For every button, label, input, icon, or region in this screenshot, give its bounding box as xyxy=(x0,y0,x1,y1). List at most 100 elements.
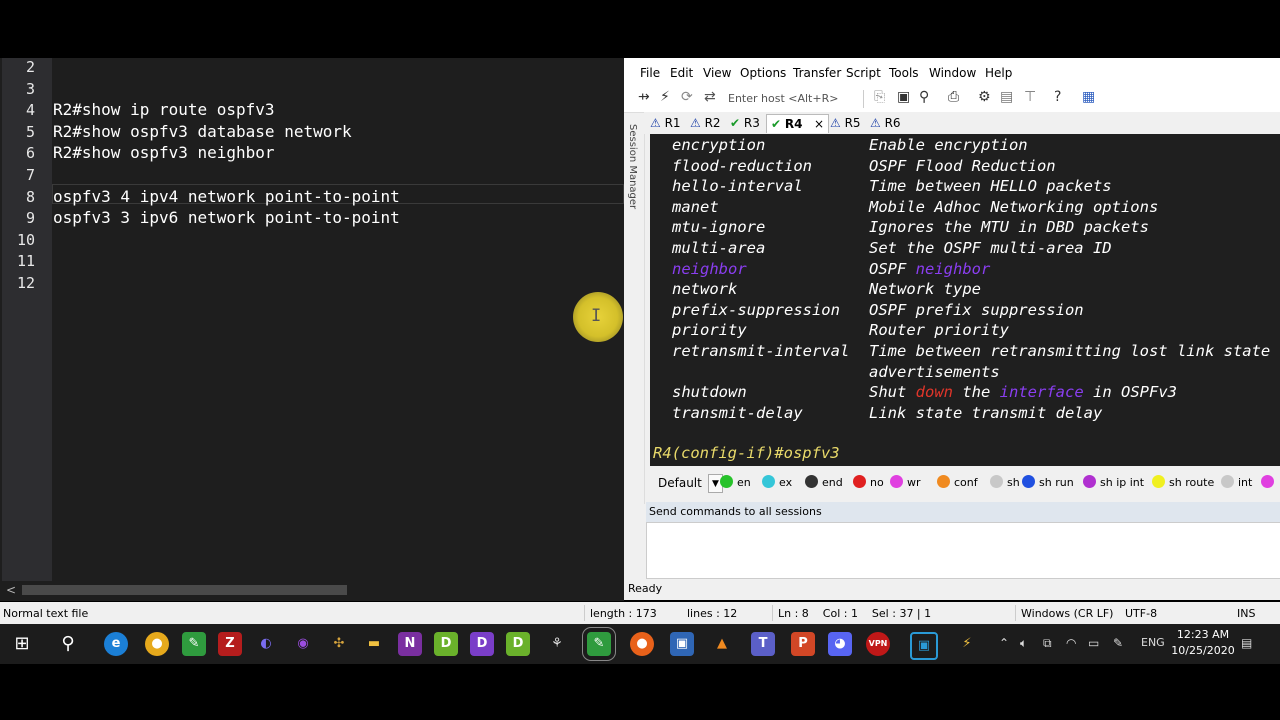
macro-button[interactable]: sh ip int xyxy=(1083,475,1144,491)
macro-button[interactable]: sh run xyxy=(1022,475,1074,491)
securecrt-icon[interactable]: ▣ xyxy=(910,632,938,660)
menu-script[interactable]: Script xyxy=(846,66,881,80)
macro-button[interactable] xyxy=(1261,475,1278,491)
discord-icon[interactable]: ◕ xyxy=(828,632,852,656)
print-icon[interactable]: ⎙ xyxy=(948,89,959,105)
macro-button[interactable]: end xyxy=(805,475,843,491)
onenote-icon[interactable]: N xyxy=(398,632,422,656)
menu-window[interactable]: Window xyxy=(929,66,976,80)
app-d-green-2-icon[interactable]: D xyxy=(506,632,530,656)
clock[interactable]: 12:23 AM 10/25/2020 xyxy=(1168,627,1238,659)
line-number: 6 xyxy=(25,144,35,163)
quick-connect-icon[interactable]: ⚡ xyxy=(660,89,670,105)
send-commands-bar: Send commands to all sessions xyxy=(646,502,1280,522)
app-icon-3[interactable]: ⚡ xyxy=(955,632,979,656)
copy-icon[interactable]: ⎘ xyxy=(874,89,885,105)
folder-icon[interactable]: ▬ xyxy=(362,632,386,656)
chrome-icon[interactable]: ● xyxy=(145,632,169,656)
help-description-part: interface xyxy=(999,383,1084,402)
reconnect-icon[interactable]: ⟳ xyxy=(681,89,693,105)
macro-button[interactable]: no xyxy=(853,475,884,491)
app-icon[interactable]: ◐ xyxy=(254,632,278,656)
app-d-green-icon[interactable]: D xyxy=(434,632,458,656)
pen-icon[interactable]: ✎ xyxy=(1113,636,1123,650)
copy-tray-icon[interactable]: ⧉ xyxy=(1043,636,1052,651)
line-number: 2 xyxy=(25,58,35,76)
screen-icon[interactable]: ▦ xyxy=(1082,89,1095,105)
app-icon-2[interactable]: ⚘ xyxy=(545,632,569,656)
host-input[interactable]: Enter host <Alt+R> xyxy=(728,90,864,108)
language-indicator[interactable]: ENG xyxy=(1141,636,1165,649)
tab-r2[interactable]: ⚠ R2 xyxy=(690,114,721,132)
encoding: UTF-8 xyxy=(1125,607,1158,620)
scrollbar-thumb[interactable] xyxy=(22,585,347,595)
disconnect-icon[interactable]: ⇄ xyxy=(704,89,716,105)
menu-edit[interactable]: Edit xyxy=(670,66,693,80)
tab-r6[interactable]: ⚠ R6 xyxy=(870,114,901,132)
help-description: Ignores the MTU in DBD packets xyxy=(869,218,1149,236)
powerpoint-icon[interactable]: P xyxy=(791,632,815,656)
menu-file[interactable]: File xyxy=(640,66,660,80)
macro-button[interactable]: ex xyxy=(762,475,792,491)
menu-transfer[interactable]: Transfer xyxy=(793,66,841,80)
gns3-icon[interactable]: ✣ xyxy=(327,632,351,656)
app-d-purple-icon[interactable]: D xyxy=(470,632,494,656)
tab-r3[interactable]: ✔ R3 xyxy=(730,114,760,132)
teams-icon[interactable]: T xyxy=(751,632,775,656)
edge-icon[interactable]: e xyxy=(104,632,128,656)
circle-icon xyxy=(1152,475,1165,488)
terminal-output[interactable]: encryption Enable encryption flood-reducti… xyxy=(650,134,1280,466)
find-icon[interactable]: ⚲ xyxy=(919,89,929,105)
editor-pane[interactable]: 2 3 4 5 6 7 8 9 10 11 12 R2#show ip route ospfv3 R2… xyxy=(0,58,624,601)
vpn-icon[interactable]: VPN xyxy=(866,632,890,656)
keymap-icon[interactable]: ▤ xyxy=(1000,89,1013,105)
search-icon[interactable]: ⚲ xyxy=(56,632,80,656)
code-line[interactable]: R2#show ospfv3 database network xyxy=(53,122,352,141)
scroll-left-arrow-icon[interactable]: < xyxy=(6,581,16,599)
tab-r1[interactable]: ⚠ R1 xyxy=(650,114,681,132)
clock-date: 10/25/2020 xyxy=(1171,644,1235,657)
paste-icon[interactable]: ▣ xyxy=(897,89,910,105)
notepad-plus-active-icon[interactable]: ✎ xyxy=(582,627,616,661)
line-number: 3 xyxy=(25,79,35,98)
divider xyxy=(1015,605,1016,621)
menu-options[interactable]: Options xyxy=(740,66,786,80)
vlc-icon[interactable]: ▲ xyxy=(710,632,734,656)
menu-tools[interactable]: Tools xyxy=(889,66,919,80)
chevron-up-icon[interactable]: ⌃ xyxy=(999,636,1009,650)
firefox-icon[interactable]: ● xyxy=(630,632,654,656)
close-tab-icon[interactable]: × xyxy=(814,117,824,131)
podcast-icon[interactable]: ◉ xyxy=(291,632,315,656)
code-line[interactable]: ospfv3 4 ipv4 network point-to-point xyxy=(53,187,400,206)
code-line[interactable]: R2#show ospfv3 neighbor xyxy=(53,143,275,162)
send-commands-input[interactable] xyxy=(646,522,1280,579)
notification-icon[interactable]: ▤ xyxy=(1241,636,1252,650)
macro-button[interactable]: sh route xyxy=(1152,475,1214,491)
help-icon[interactable]: ? xyxy=(1054,89,1061,105)
menu-help[interactable]: Help xyxy=(985,66,1012,80)
volume-icon[interactable]: 🔈︎ xyxy=(1020,636,1027,651)
settings-icon[interactable]: ⚙ xyxy=(978,89,991,105)
windows-start-icon[interactable]: ⊞ xyxy=(10,632,34,656)
filezilla-icon[interactable]: Z xyxy=(218,632,242,656)
insert-mode: INS xyxy=(1237,607,1256,620)
menu-view[interactable]: View xyxy=(703,66,731,80)
code-line[interactable]: R2#show ip route ospfv3 xyxy=(53,100,275,119)
macro-button[interactable]: sh xyxy=(990,475,1020,491)
macro-button[interactable]: wr xyxy=(890,475,921,491)
terminal-prompt[interactable]: R4(config-if)#ospfv3 xyxy=(653,444,840,462)
macro-button[interactable]: en xyxy=(720,475,751,491)
tab-r5[interactable]: ⚠ R5 xyxy=(830,114,861,132)
code-line[interactable]: ospfv3 3 ipv6 network point-to-point xyxy=(53,208,400,227)
tab-r4[interactable]: ✔ R4 × xyxy=(766,114,829,133)
macro-button[interactable]: int xyxy=(1221,475,1252,491)
wifi-icon[interactable]: ◠ xyxy=(1066,636,1076,650)
session-manager-panel[interactable]: Session Manager xyxy=(624,114,645,504)
connect-icon[interactable]: ⇸ xyxy=(638,89,650,105)
horizontal-scrollbar[interactable]: < xyxy=(2,581,624,599)
window-icon[interactable]: ▣ xyxy=(670,632,694,656)
notepad-plus-icon[interactable]: ✎ xyxy=(182,632,206,656)
macro-button[interactable]: conf xyxy=(937,475,978,491)
battery-icon[interactable]: ▭ xyxy=(1088,636,1099,650)
sftp-icon[interactable]: ⊤ xyxy=(1024,89,1036,105)
